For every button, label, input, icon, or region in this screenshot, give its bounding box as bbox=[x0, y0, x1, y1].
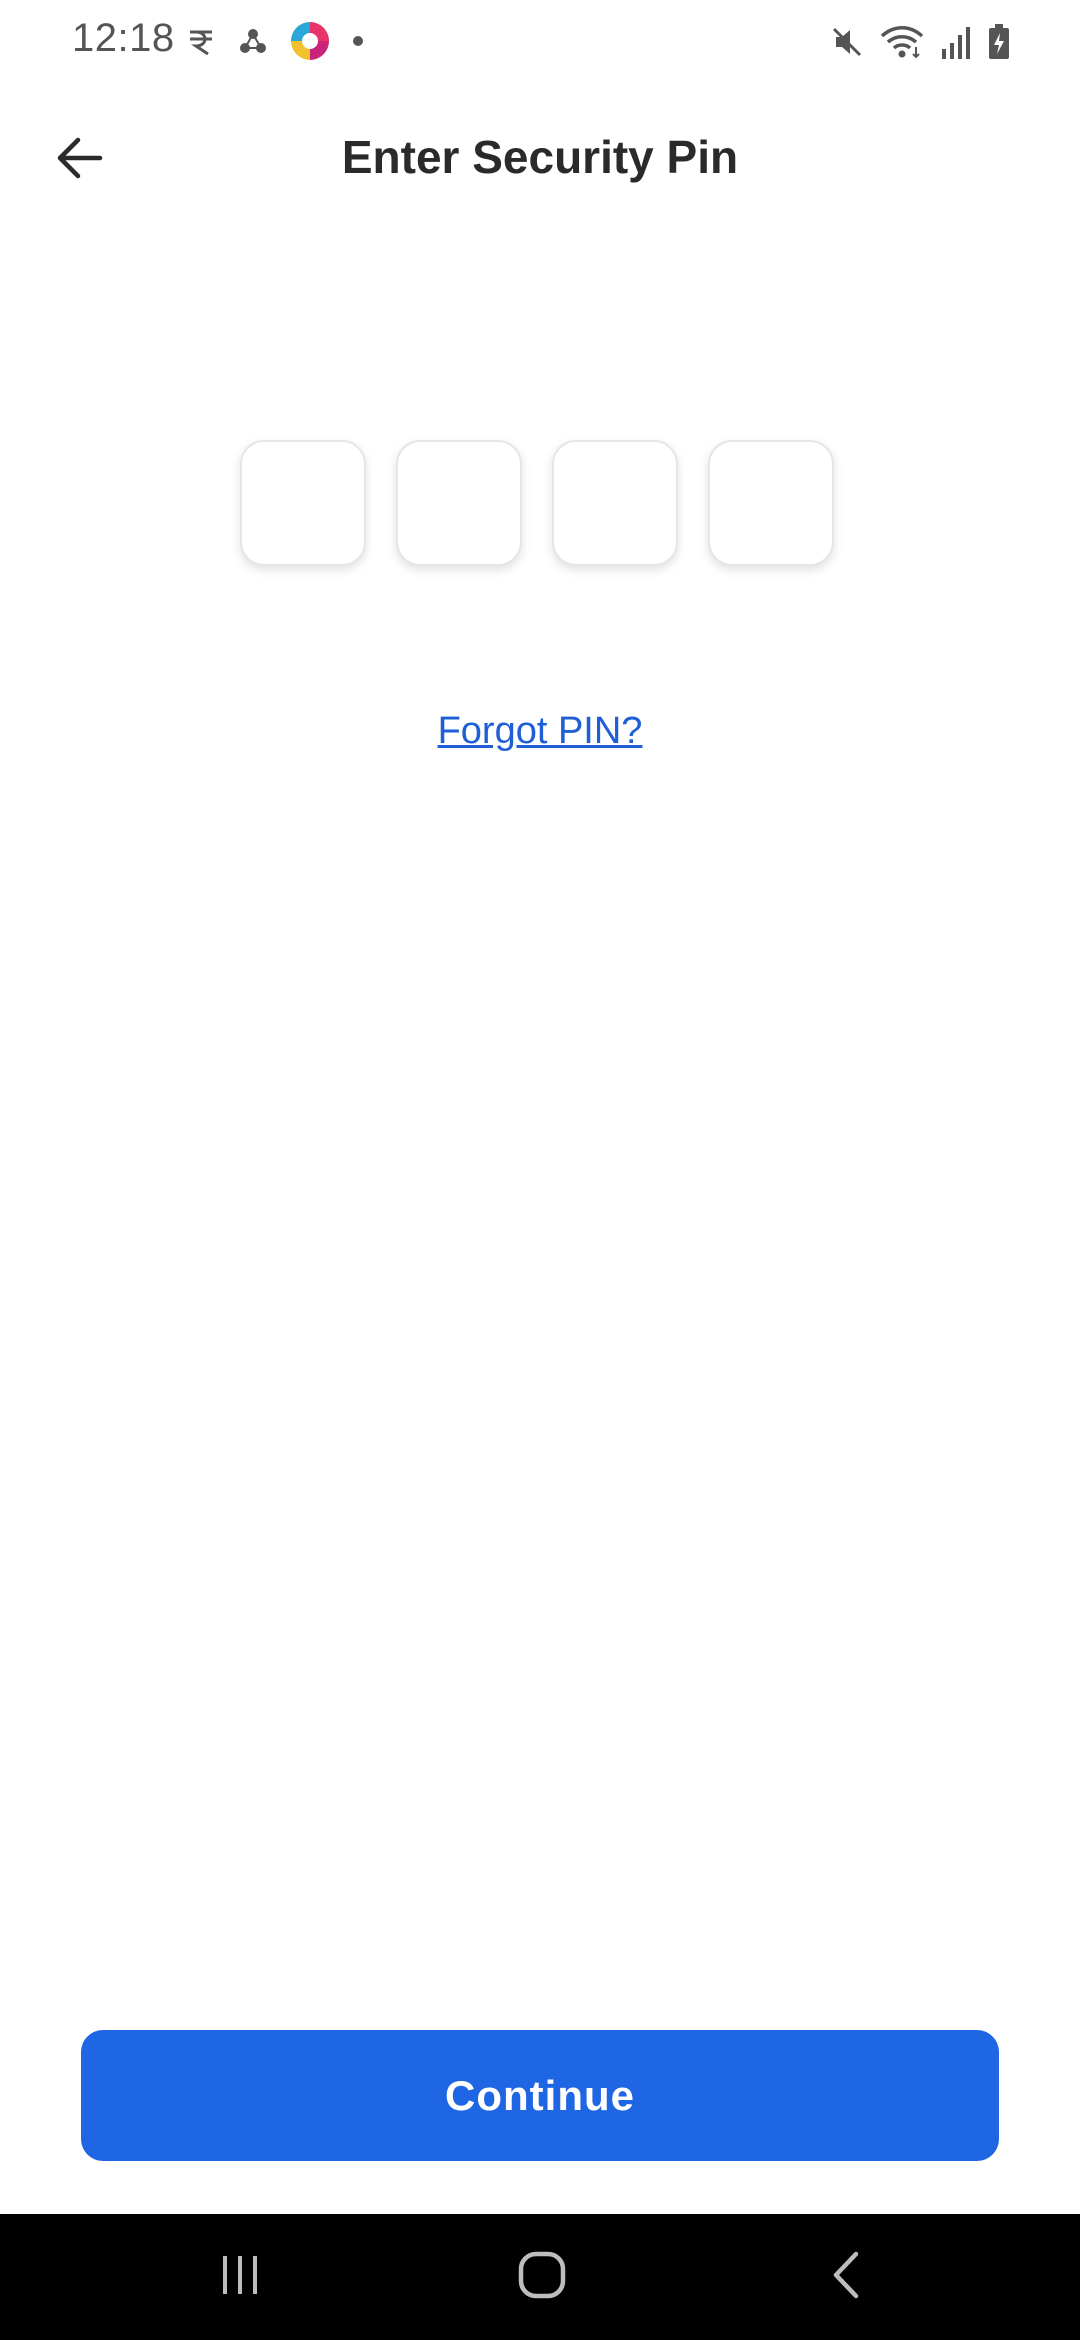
back-nav-button[interactable] bbox=[786, 2214, 906, 2340]
mute-icon bbox=[830, 25, 864, 59]
pin-digit-4[interactable] bbox=[708, 440, 834, 566]
signal-icon bbox=[940, 25, 972, 59]
rupee-icon bbox=[186, 26, 216, 56]
battery-icon bbox=[988, 24, 1010, 60]
continue-button-label: Continue bbox=[445, 2071, 635, 2119]
nodes-icon bbox=[238, 26, 268, 56]
pin-digit-2[interactable] bbox=[396, 440, 522, 566]
pin-digit-1[interactable] bbox=[240, 440, 366, 566]
back-nav-icon bbox=[828, 2250, 864, 2305]
status-bar: 12:18 bbox=[0, 0, 1080, 84]
pin-input-row bbox=[240, 440, 834, 566]
recent-apps-button[interactable] bbox=[180, 2214, 300, 2340]
recent-apps-icon bbox=[217, 2252, 263, 2303]
status-left-icons bbox=[186, 18, 364, 64]
page-title: Enter Security Pin bbox=[341, 131, 739, 183]
home-button[interactable] bbox=[482, 2214, 602, 2340]
status-time: 12:18 bbox=[72, 16, 175, 60]
colorful-app-icon bbox=[290, 21, 330, 61]
forgot-pin-container: Forgot PIN? bbox=[0, 710, 1080, 753]
pin-digit-3[interactable] bbox=[552, 440, 678, 566]
wifi-icon bbox=[880, 25, 924, 59]
dot-icon bbox=[352, 35, 364, 47]
home-icon bbox=[517, 2250, 567, 2305]
status-right-icons bbox=[830, 20, 1010, 64]
continue-button[interactable]: Continue bbox=[81, 2030, 999, 2161]
navigation-bar bbox=[0, 2214, 1080, 2340]
forgot-pin-link[interactable]: Forgot PIN? bbox=[438, 710, 643, 752]
